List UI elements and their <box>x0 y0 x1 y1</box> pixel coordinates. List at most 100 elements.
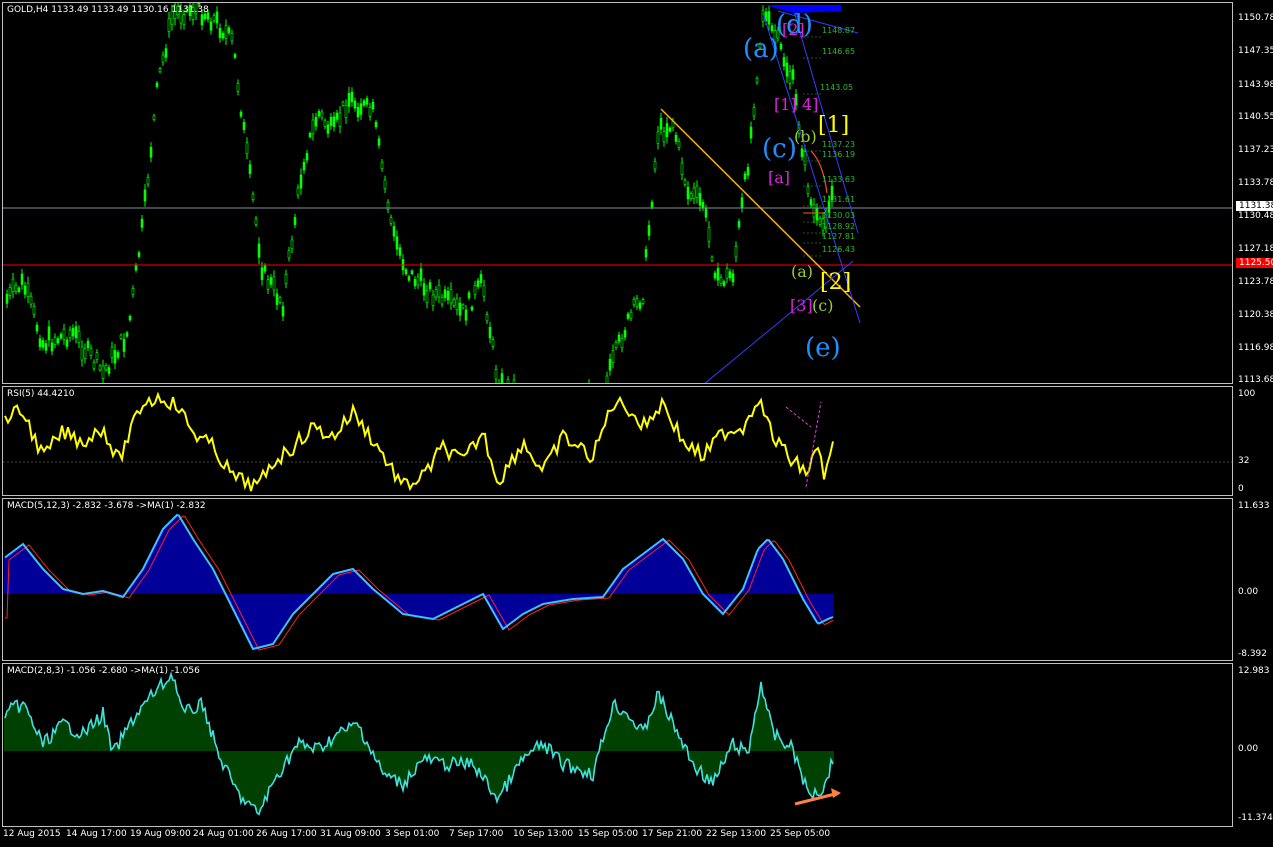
rsi-axis-label: 0 <box>1238 484 1244 494</box>
candle-body <box>53 336 57 345</box>
candle-body <box>713 272 717 279</box>
candle-body <box>62 328 66 340</box>
candle-body <box>383 179 387 189</box>
wave-label-a-olive: (a) <box>791 262 814 281</box>
candle-body <box>119 334 123 339</box>
rsi-axis-label: 32 <box>1238 456 1250 466</box>
candle-body <box>371 101 375 110</box>
candle-body <box>320 111 324 119</box>
rsi-canvas <box>3 391 1232 492</box>
candle-body <box>317 111 321 117</box>
candle-body <box>47 326 51 341</box>
price-axis-label: 1133.78 <box>1238 178 1273 188</box>
time-axis-label: 14 Aug 17:00 <box>66 829 127 839</box>
candle-body <box>380 161 384 169</box>
candle-body <box>719 277 723 284</box>
macd2-axis-label: 12.983 <box>1238 666 1270 676</box>
candle-body <box>458 302 462 316</box>
candle-body <box>125 332 129 337</box>
macd-2-8-3-pane[interactable]: MACD(2,8,3) -1.056 -2.680 ->MA(1) -1.056 <box>2 663 1233 827</box>
time-axis-label: 26 Aug 17:00 <box>256 829 317 839</box>
candle-body <box>326 124 330 134</box>
candle-body <box>182 14 186 25</box>
candle-body <box>239 111 243 117</box>
price-axis-label: 1130.48 <box>1238 211 1273 221</box>
candle-body <box>395 236 399 250</box>
candle-body <box>323 120 327 127</box>
macd-2-8-3-canvas <box>4 671 841 816</box>
candle-body <box>344 105 348 119</box>
candle-body <box>164 48 168 58</box>
candle-body <box>11 278 15 293</box>
candle-body <box>299 174 303 189</box>
candle-body <box>122 338 126 352</box>
wave-label-two-yellow: [2] <box>820 270 852 295</box>
candle-body <box>152 115 156 121</box>
candle-body <box>665 123 669 138</box>
candle-body <box>209 21 213 31</box>
candle-body <box>689 193 693 200</box>
candle-body <box>455 298 459 311</box>
candle-body <box>8 287 12 296</box>
macd1-signal-line <box>5 515 834 651</box>
candle-body <box>392 226 396 237</box>
candle-body <box>359 103 363 115</box>
fib-level-label: 1131.61 <box>822 195 856 204</box>
divergence-arrow <box>794 792 836 806</box>
macd1-axis-label: 11.633 <box>1238 501 1270 511</box>
candle-body <box>218 27 222 39</box>
macd2-axis-label: -11.374 <box>1238 813 1273 823</box>
candle-body <box>725 268 729 279</box>
candle-body <box>452 299 456 306</box>
candle-body <box>734 246 738 258</box>
price-chart-pane[interactable]: GOLD,H4 1133.49 1133.49 1130.16 1131.38 <box>2 2 1233 384</box>
candle-body <box>365 98 369 105</box>
candle-body <box>644 249 648 258</box>
candle-body <box>161 54 165 63</box>
candle-body <box>809 199 813 206</box>
candle-body <box>200 14 204 26</box>
candle-body <box>788 70 792 84</box>
candle-body <box>23 285 27 295</box>
candle-body <box>818 218 822 225</box>
time-axis-label: 12 Aug 2015 <box>3 829 61 839</box>
candle-body <box>14 285 18 292</box>
candle-body <box>269 277 273 285</box>
fib-level-label: 1146.65 <box>822 47 856 56</box>
candle-body <box>38 338 42 347</box>
candle-body <box>284 274 288 284</box>
candle-body <box>695 185 699 198</box>
candle-body <box>704 208 708 218</box>
wave-label-a-blue: (a) <box>743 34 779 64</box>
macd1-axis-label: -8.392 <box>1238 649 1268 659</box>
candle-body <box>467 292 471 299</box>
candle-body <box>251 193 255 200</box>
candle-body <box>362 100 366 106</box>
candle-body <box>254 218 258 225</box>
candle-body <box>104 365 108 371</box>
macd2-axis-label: 0.00 <box>1238 744 1259 754</box>
time-axis-label: 17 Sep 21:00 <box>642 829 703 839</box>
candle-body <box>377 138 381 146</box>
candle-body <box>290 239 294 250</box>
candle-body <box>140 218 144 228</box>
rsi-pane[interactable]: RSI(5) 44.4210 <box>2 386 1233 496</box>
candle-body <box>443 289 447 298</box>
fib-level-label: 1130.03 <box>822 211 856 220</box>
candle-body <box>155 82 159 88</box>
fib-level-label: 1143.05 <box>820 83 854 92</box>
candle-body <box>437 284 441 298</box>
candle-body <box>347 93 351 107</box>
macd-5-12-3-pane[interactable]: MACD(5,12,3) -2.832 -3.678 ->MA(1) -2.83… <box>2 498 1233 661</box>
time-axis-label: 15 Sep 05:00 <box>578 829 639 839</box>
fib-level-label: 1133.63 <box>822 175 856 184</box>
candle-body <box>410 270 414 275</box>
candle-body <box>461 304 465 309</box>
price-axis-label: 1143.98 <box>1238 80 1273 90</box>
macd-5-12-3-canvas <box>4 513 834 651</box>
candle-body <box>353 100 357 109</box>
candle-body <box>476 280 480 287</box>
price-axis-label: 1113.68 <box>1238 375 1273 385</box>
candle-body <box>482 285 486 297</box>
rsi-line <box>4 391 834 492</box>
